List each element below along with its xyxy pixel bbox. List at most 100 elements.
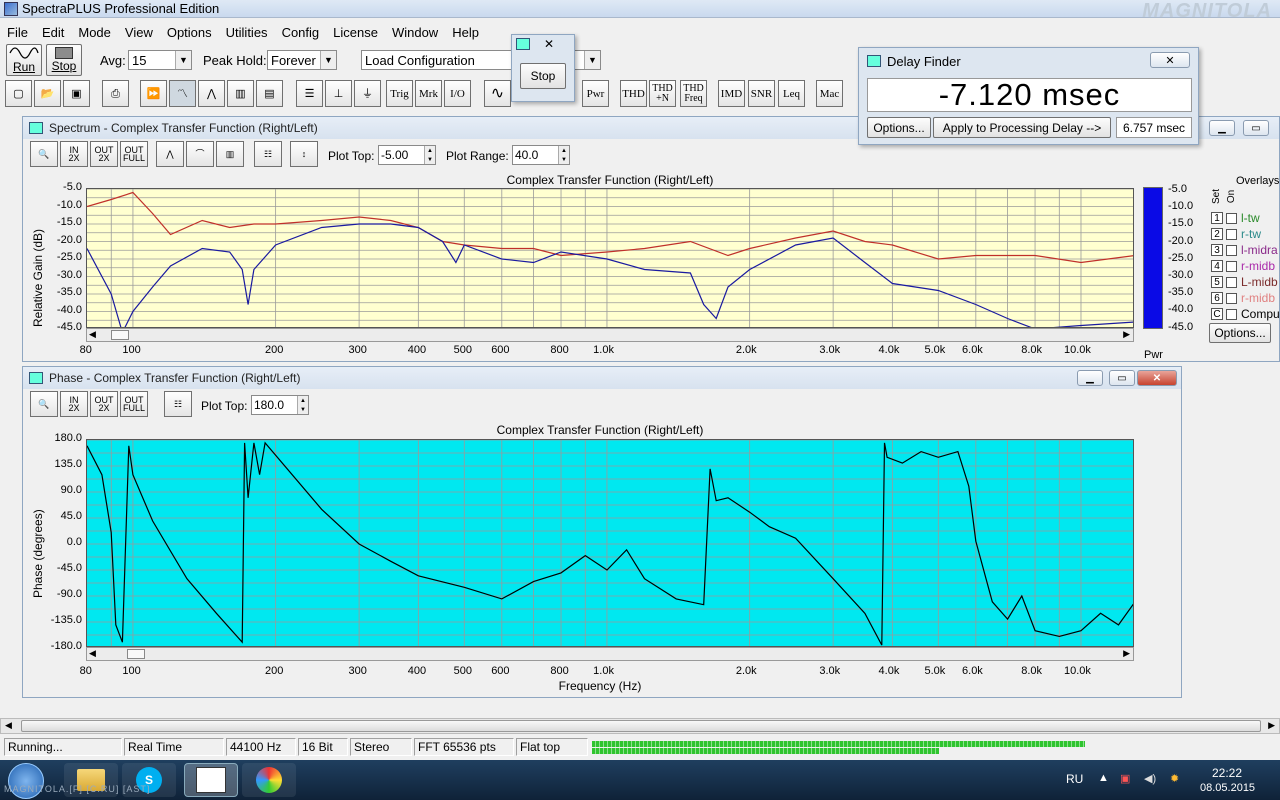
overlay-item[interactable]: C Compu (1211, 307, 1280, 321)
overlay-checkbox[interactable] (1226, 276, 1237, 288)
mrk-button[interactable]: Mrk (415, 80, 442, 107)
overlay-checkbox[interactable] (1226, 308, 1237, 320)
save-disk-icon[interactable]: ▣ (63, 80, 90, 107)
menu-window[interactable]: Window (385, 25, 445, 40)
3d-plot-icon[interactable]: ▤ (256, 80, 283, 107)
menu-help[interactable]: Help (445, 25, 486, 40)
scroll-thumb[interactable] (111, 330, 129, 340)
main-hscrollbar[interactable]: ◀ ▶ (0, 718, 1280, 734)
spectrum-hscrollbar[interactable]: ◀ ▶ (86, 328, 1134, 342)
plot-top-spinner[interactable]: -5.00 ▲ ▼ (378, 145, 436, 165)
run-button[interactable]: Run (6, 44, 42, 76)
menu-license[interactable]: License (326, 25, 385, 40)
stop-popup-button[interactable]: Stop (520, 63, 566, 89)
overlay-item[interactable]: 1 l-tw (1211, 211, 1260, 225)
stop-button[interactable]: Stop (46, 44, 82, 76)
zoom-out-2x-icon[interactable]: OUT 2X (90, 391, 118, 417)
print-icon[interactable]: ⎙ (102, 80, 129, 107)
bar-plot-icon[interactable]: ▥ (216, 141, 244, 167)
network-icon[interactable]: ▣ (1120, 772, 1130, 785)
phase-plot-top-spinner[interactable]: 180.0 ▲ ▼ (251, 395, 309, 415)
scroll-thumb[interactable] (127, 649, 145, 659)
tray-arrow-icon[interactable]: ▲ (1098, 772, 1109, 784)
maximize-button[interactable]: ▭ (1109, 370, 1135, 386)
spinner-arrows-icon[interactable]: ▲ ▼ (424, 146, 435, 164)
close-button[interactable]: ✕ (1137, 370, 1177, 386)
spinner-arrows-icon[interactable]: ▲ ▼ (558, 146, 569, 164)
overlay-set-button[interactable]: 3 (1211, 244, 1223, 256)
overlay-set-button[interactable]: 1 (1211, 212, 1223, 224)
mac-button[interactable]: Mac (816, 80, 843, 107)
spectraplus-taskbar-icon[interactable] (184, 763, 238, 797)
volume-icon[interactable]: ◀) (1144, 772, 1156, 785)
overlay-set-button[interactable]: 6 (1211, 292, 1223, 304)
plot-range-spinner[interactable]: 40.0 ▲ ▼ (512, 145, 570, 165)
overlay-item[interactable]: 3 l-midra (1211, 243, 1278, 257)
minimize-button[interactable]: ▁ (1209, 120, 1235, 136)
overlay-item[interactable]: 4 r-midb (1211, 259, 1275, 273)
menu-file[interactable]: File (0, 25, 35, 40)
scroll-thumb[interactable] (21, 720, 1261, 732)
chart-icon[interactable]: ⊥ (325, 80, 352, 107)
overlay-set-button[interactable]: 2 (1211, 228, 1223, 240)
overlay-checkbox[interactable] (1226, 260, 1237, 272)
overlay-set-button[interactable]: 4 (1211, 260, 1223, 272)
zoom-icon[interactable]: 🔍 (30, 141, 58, 167)
thd-n-button[interactable]: THD +N (649, 80, 676, 107)
pwr-button[interactable]: Pwr (582, 80, 609, 107)
menu-options[interactable]: Options (160, 25, 219, 40)
peak-icon[interactable]: ⋀ (156, 141, 184, 167)
io-button[interactable]: I/O (444, 80, 471, 107)
overlay-item[interactable]: 5 L-midb (1211, 275, 1278, 289)
spectrum-view-icon[interactable]: 〽 (169, 80, 196, 107)
delay-options-button[interactable]: Options... (867, 117, 931, 138)
phase-plot[interactable] (86, 439, 1134, 647)
overlay-set-button[interactable]: C (1211, 308, 1223, 320)
plot-settings-icon[interactable]: ☷ (164, 391, 192, 417)
overlay-checkbox[interactable] (1226, 228, 1237, 240)
scroll-left-icon[interactable]: ◀ (89, 648, 96, 659)
language-indicator[interactable]: RU (1066, 772, 1083, 786)
avg-select[interactable]: 15 ▼ (128, 50, 192, 70)
overlay-item[interactable]: 2 r-tw (1211, 227, 1261, 241)
scroll-left-icon[interactable]: ◀ (89, 329, 96, 340)
spectrogram-icon[interactable]: ▥ (227, 80, 254, 107)
processing-delay-field[interactable]: 6.757 msec (1116, 117, 1192, 138)
thd-freq-button[interactable]: THD Freq (680, 80, 707, 107)
overlay-checkbox[interactable] (1226, 244, 1237, 256)
zoom-out-full-icon[interactable]: OUT FULL (120, 391, 148, 417)
phase-hscrollbar[interactable]: ◀ ▶ (86, 647, 1134, 661)
scroll-right-icon[interactable]: ▶ (1268, 720, 1275, 731)
menu-mode[interactable]: Mode (71, 25, 118, 40)
zoom-out-2x-icon[interactable]: OUT 2X (90, 141, 118, 167)
close-button[interactable]: ✕ (1150, 52, 1190, 68)
overlay-item[interactable]: 6 r-midb (1211, 291, 1275, 305)
zoom-in-2x-icon[interactable]: IN 2X (60, 391, 88, 417)
new-icon[interactable]: ▢ (5, 80, 32, 107)
spinner-arrows-icon[interactable]: ▲ ▼ (297, 396, 308, 414)
scroll-left-icon[interactable]: ◀ (5, 720, 12, 731)
flash-icon[interactable]: ✹ (1170, 772, 1179, 785)
phase-view-icon[interactable]: ⋀ (198, 80, 225, 107)
close-icon[interactable]: ✕ (544, 37, 554, 51)
list-icon[interactable]: ☰ (296, 80, 323, 107)
zoom-out-full-icon[interactable]: OUT FULL (120, 141, 148, 167)
overlay-options-button[interactable]: Options... (1209, 323, 1271, 343)
leq-button[interactable]: Leq (778, 80, 805, 107)
paint-icon[interactable] (242, 763, 296, 797)
autoscale-icon[interactable]: ↕ (290, 141, 318, 167)
thd-button[interactable]: THD (620, 80, 647, 107)
overlay-set-button[interactable]: 5 (1211, 276, 1223, 288)
overlay-checkbox[interactable] (1226, 212, 1237, 224)
minimize-button[interactable]: ▁ (1077, 370, 1103, 386)
spectrum-plot[interactable] (86, 188, 1134, 328)
zoom-icon[interactable]: 🔍 (30, 391, 58, 417)
scroll-right-icon[interactable]: ▶ (1123, 648, 1130, 659)
apply-delay-button[interactable]: Apply to Processing Delay --> (933, 117, 1111, 138)
menu-view[interactable]: View (118, 25, 160, 40)
open-folder-icon[interactable]: 📂 (34, 80, 61, 107)
overlay-checkbox[interactable] (1226, 292, 1237, 304)
line-plot-icon[interactable]: ⌒ (186, 141, 214, 167)
peak-hold-select[interactable]: Forever ▼ (267, 50, 337, 70)
menu-config[interactable]: Config (275, 25, 327, 40)
